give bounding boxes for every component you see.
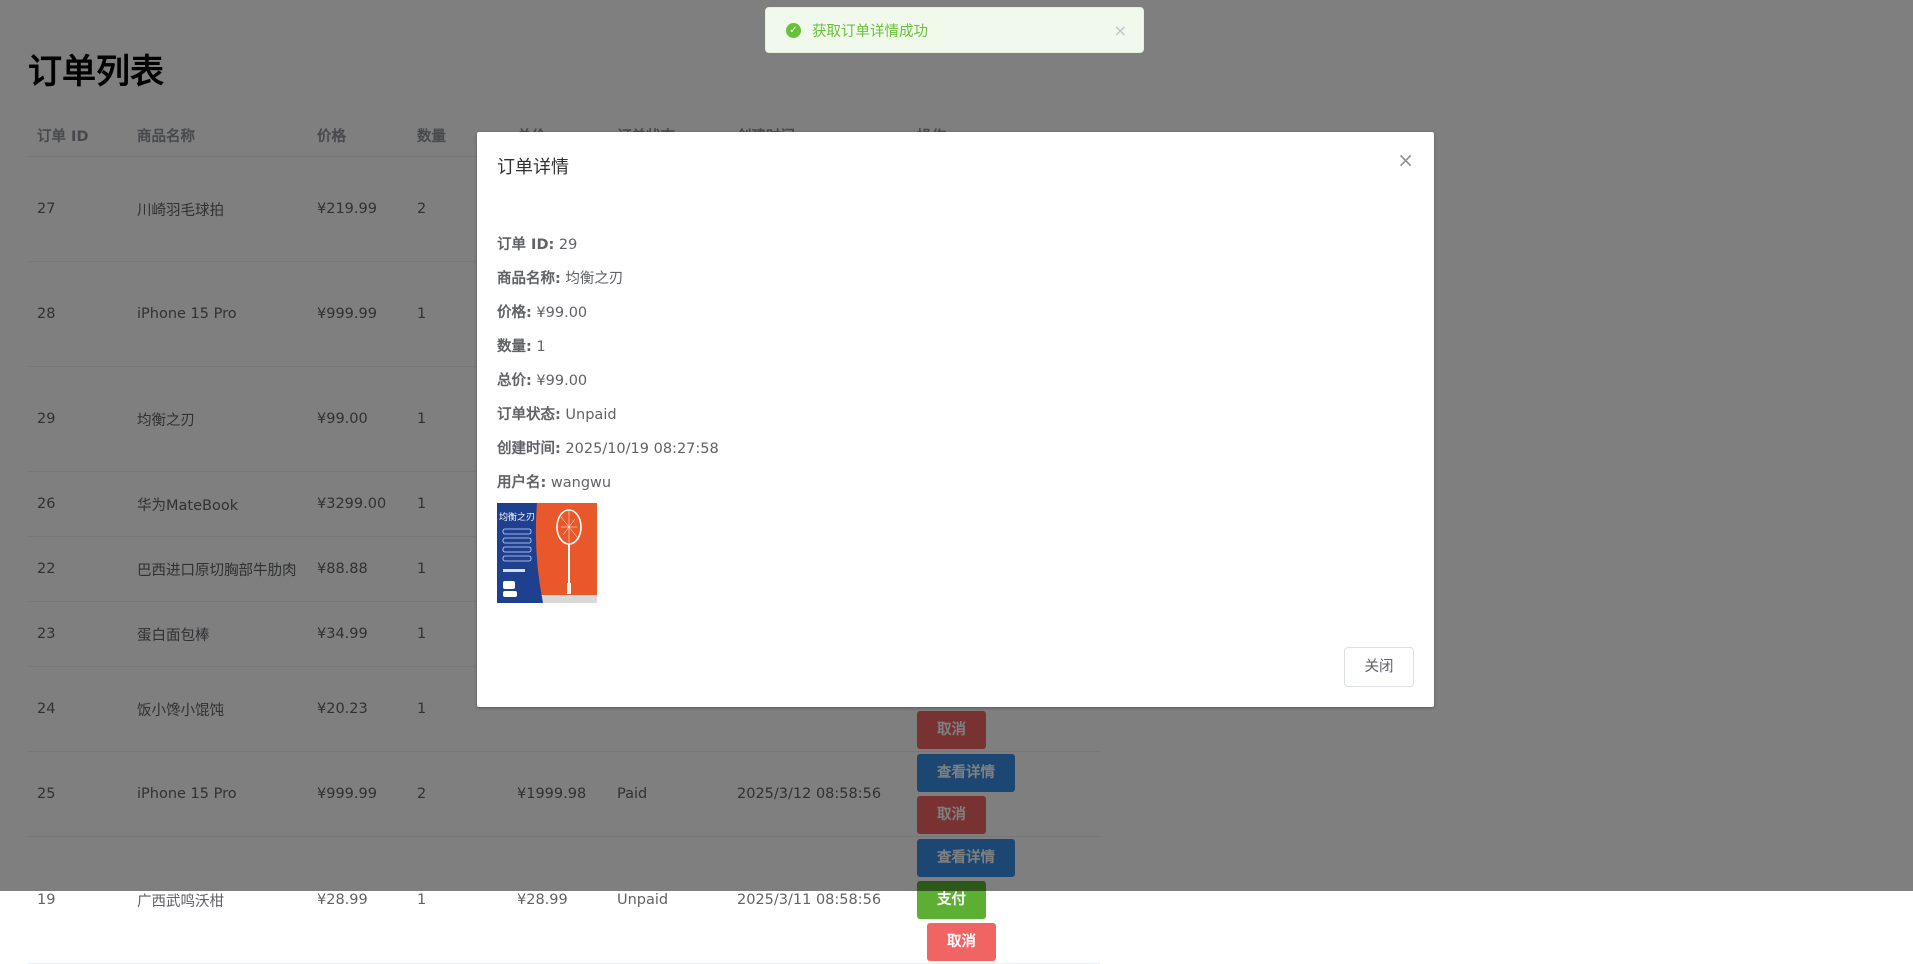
detail-value: 1 xyxy=(536,339,546,355)
close-icon[interactable]: × xyxy=(1114,21,1127,40)
detail-label: 价格: xyxy=(497,305,532,321)
detail-username: 用户名: wangwu xyxy=(497,471,611,492)
product-image: 均衡之刃 xyxy=(497,503,597,603)
close-dialog-button[interactable]: 关闭 xyxy=(1344,647,1414,687)
detail-order-id: 订单 ID: 29 xyxy=(497,233,577,254)
detail-value: Unpaid xyxy=(565,407,617,423)
detail-label: 订单状态: xyxy=(497,407,561,423)
detail-label: 数量: xyxy=(497,339,532,355)
detail-value: ¥99.00 xyxy=(536,305,588,321)
close-icon[interactable]: × xyxy=(1397,148,1414,172)
detail-value: 2025/10/19 08:27:58 xyxy=(565,441,719,457)
success-toast: ✓ 获取订单详情成功 × xyxy=(765,7,1144,53)
detail-label: 创建时间: xyxy=(497,441,561,457)
detail-value: wangwu xyxy=(550,475,612,491)
detail-price: 价格: ¥99.00 xyxy=(497,301,587,322)
detail-value: ¥99.00 xyxy=(536,373,588,389)
detail-total: 总价: ¥99.00 xyxy=(497,369,587,390)
detail-status: 订单状态: Unpaid xyxy=(497,403,617,424)
detail-value: 29 xyxy=(558,237,578,253)
detail-quantity: 数量: 1 xyxy=(497,335,546,356)
order-detail-dialog: 订单详情 × 订单 ID: 29 商品名称: 均衡之刃 价格: ¥99.00 数… xyxy=(477,132,1434,707)
detail-product-name: 商品名称: 均衡之刃 xyxy=(497,267,623,288)
check-circle-icon: ✓ xyxy=(786,22,801,38)
toast-message: 获取订单详情成功 xyxy=(812,23,928,40)
cancel-button[interactable]: 取消 xyxy=(927,923,996,961)
detail-label: 订单 ID: xyxy=(497,237,555,253)
detail-label: 用户名: xyxy=(497,475,547,491)
dialog-title: 订单详情 xyxy=(497,157,569,178)
image-title: 均衡之刃 xyxy=(499,511,535,523)
detail-label: 总价: xyxy=(497,373,532,389)
detail-created-time: 创建时间: 2025/10/19 08:27:58 xyxy=(497,437,719,458)
detail-value: 均衡之刃 xyxy=(565,271,624,287)
badminton-racket-image: 均衡之刃 xyxy=(497,503,597,603)
detail-label: 商品名称: xyxy=(497,271,561,287)
